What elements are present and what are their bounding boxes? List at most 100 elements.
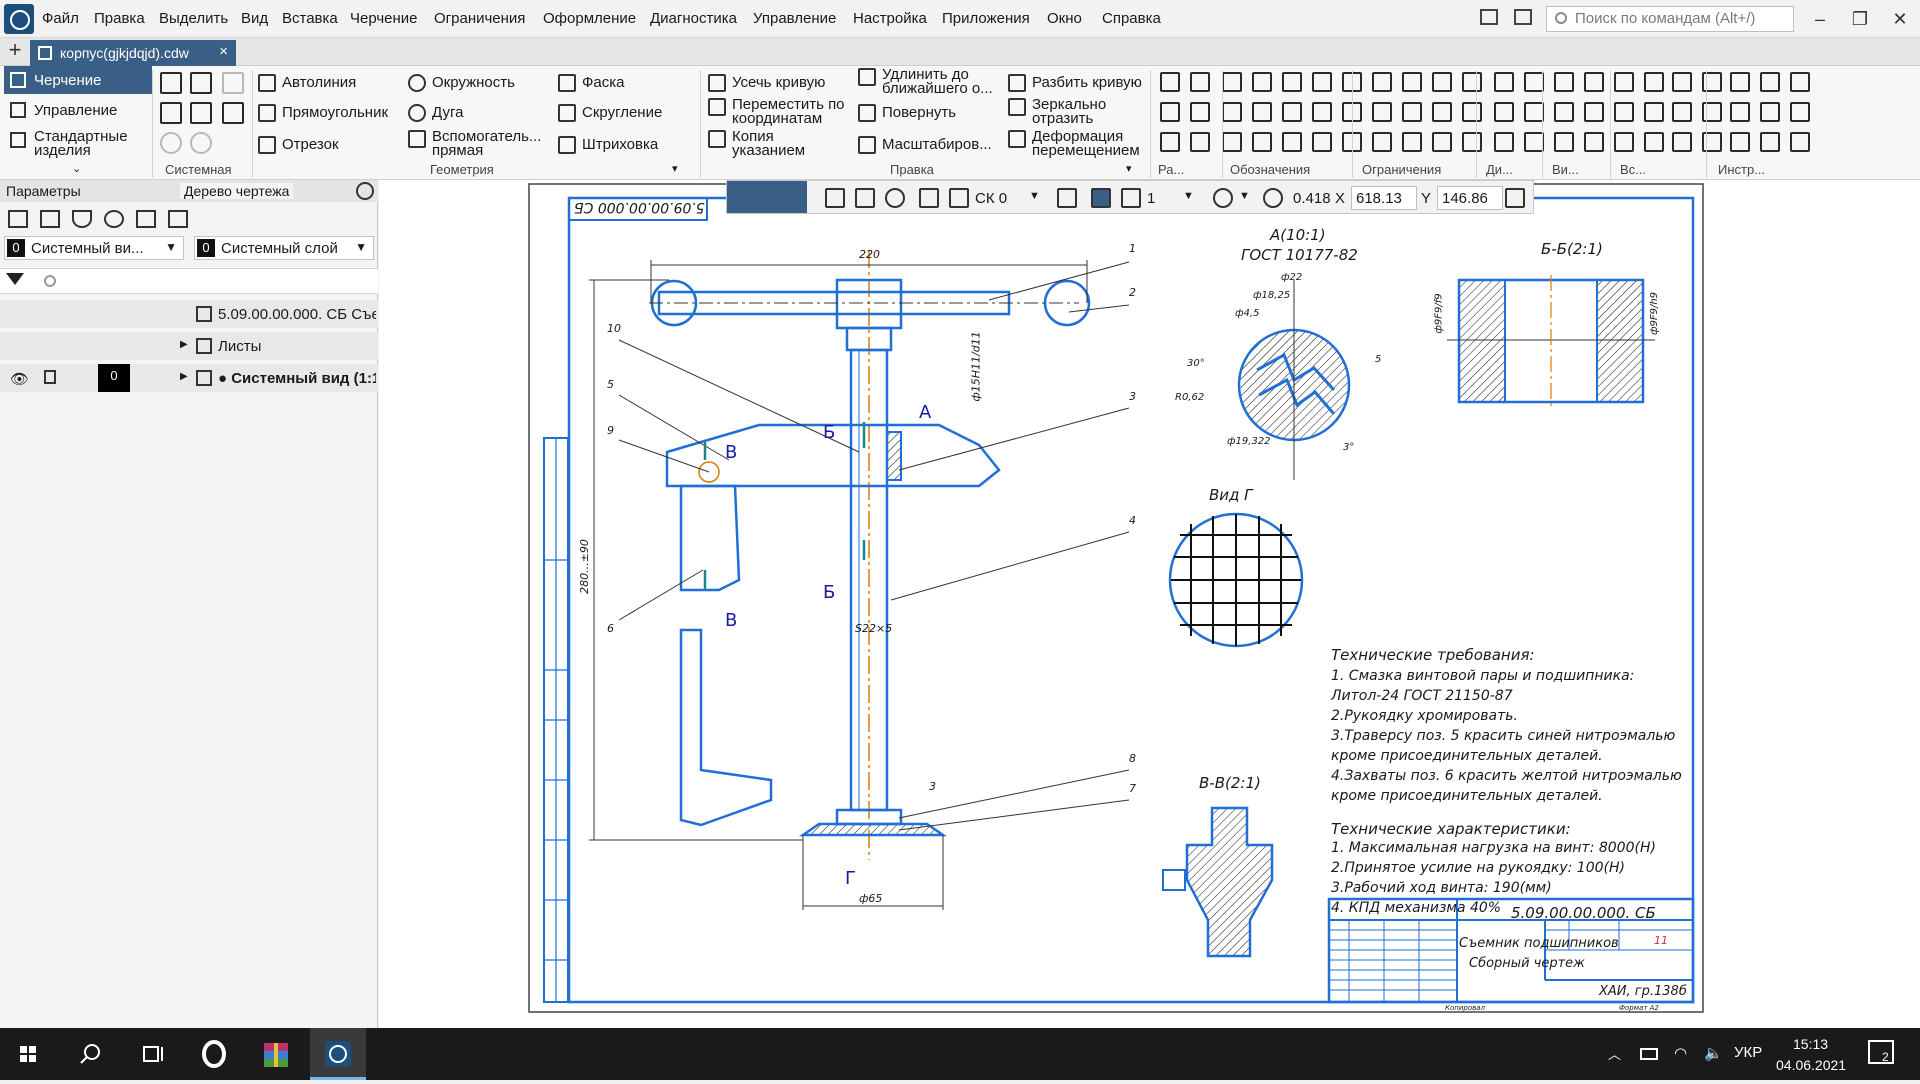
visibility-icon[interactable] [885,188,905,208]
coordinate-system-value[interactable]: СК 0 [975,190,1007,207]
grid-icon[interactable] [919,188,939,208]
kompas-logo-icon[interactable] [4,4,34,34]
scale-button[interactable]: Масштабиров... [858,136,992,154]
perp-icon[interactable] [1524,72,1544,92]
clock-date[interactable]: 04.06.2021 [1776,1057,1846,1073]
base-icon[interactable] [1402,102,1422,122]
view-icon[interactable] [1614,132,1634,152]
wifi-icon[interactable]: ◠ [1674,1044,1687,1062]
tools-icon[interactable] [1790,132,1810,152]
line-dim-icon[interactable] [1222,132,1242,152]
spec-icon[interactable] [1730,132,1750,152]
insert-fragment-icon[interactable] [168,210,188,228]
local-view-icon[interactable] [1672,72,1692,92]
tolerance-icon[interactable] [1432,102,1452,122]
text-icon[interactable] [1282,72,1302,92]
view-icon[interactable] [1614,72,1634,92]
roughness-icon[interactable] [1372,72,1392,92]
volume-icon[interactable]: 🔈 [1704,1044,1723,1062]
trim-curve-button[interactable]: Усечь кривую [708,74,825,92]
measure-icon[interactable] [1760,102,1780,122]
table-icon[interactable] [1312,102,1332,122]
drawing-sheet[interactable] [379,180,1920,1028]
close-tab-icon[interactable]: × [219,43,228,60]
insert-icon[interactable] [1702,132,1722,152]
zoom-window-icon[interactable] [1213,188,1233,208]
print-icon[interactable] [160,102,182,124]
fix-icon[interactable] [1462,102,1482,122]
symmetry-icon[interactable] [1584,72,1604,92]
text-icon[interactable] [1282,102,1302,122]
roughness-icon[interactable] [1372,102,1392,122]
tab-drawing-tree[interactable]: Дерево чертежа [180,183,294,199]
y-coordinate-field[interactable]: 146.86 [1437,186,1503,210]
zoom-icon[interactable] [1263,188,1283,208]
view-icon[interactable] [1614,102,1634,122]
properties-icon[interactable] [222,102,244,124]
tree-item-system-view[interactable]: 👁 0 ▶ ● Системный вид (1:1 [0,364,378,392]
tolerance-icon[interactable] [1432,72,1452,92]
zoom-value[interactable]: 0.418 [1293,190,1331,207]
menu-constraints[interactable]: Ограничения [434,10,525,27]
rotate-button[interactable]: Повернуть [858,104,956,122]
dropdown-arrow-icon[interactable]: ▼ [1183,190,1194,202]
menu-diagnostics[interactable]: Диагностика [650,10,737,27]
local-cs-icon[interactable] [1121,188,1141,208]
perp-icon[interactable] [1524,132,1544,152]
menu-design[interactable]: Оформление [543,10,636,27]
menu-select[interactable]: Выделить [159,10,228,27]
image-icon[interactable] [136,210,156,228]
move-coords-button[interactable]: Переместить по координатам [708,97,858,126]
dim-icon[interactable] [1160,132,1180,152]
layers-manager-icon[interactable] [104,210,124,228]
section-icon[interactable] [1644,102,1664,122]
menu-view[interactable]: Вид [241,10,268,27]
winrar-app[interactable] [248,1028,304,1080]
angle-icon[interactable] [1190,72,1210,92]
local-view-icon[interactable] [1672,132,1692,152]
base-icon[interactable] [1402,72,1422,92]
layer-icon[interactable] [72,210,92,228]
section-icon[interactable] [1644,132,1664,152]
angle-icon[interactable] [1190,132,1210,152]
drawing-canvas[interactable]: 5.09.00.00.000 СБ 220 280...±90 ф65 ф15H… [379,180,1920,1028]
search-button[interactable] [62,1028,118,1080]
tree-item-root[interactable]: 5.09.00.00.000. СБ Съем [0,300,378,328]
show-all-icon[interactable] [855,188,875,208]
fix-icon[interactable] [1462,132,1482,152]
command-search-input[interactable]: Поиск по командам (Alt+/) [1546,6,1794,32]
eye-icon[interactable]: 👁 [10,370,29,388]
measure-icon[interactable] [1760,132,1780,152]
view-icon[interactable] [8,210,28,228]
tab-parameters[interactable]: Параметры [6,183,81,199]
menu-apps[interactable]: Приложения [942,10,1030,27]
copy-pointing-button[interactable]: Копия указанием [708,129,838,158]
split-curve-button[interactable]: Разбить кривую [1008,74,1142,92]
arc-dim-icon[interactable] [1252,72,1272,92]
parallel-icon[interactable] [1494,132,1514,152]
clock-time[interactable]: 15:13 [1793,1036,1828,1052]
layout-split-icon[interactable] [1514,9,1532,25]
dim-icon[interactable] [1160,102,1180,122]
aux-line-button[interactable]: Вспомогатель... прямая [408,129,548,158]
arc-button[interactable]: Дуга [408,104,463,122]
chevron-down-icon[interactable]: ▾ [672,162,678,175]
notifications-icon[interactable]: 2 [1868,1040,1894,1064]
segment-button[interactable]: Отрезок [258,136,339,154]
symmetry-icon[interactable] [1584,102,1604,122]
mode-manage[interactable]: Управление [4,96,152,124]
redo-icon[interactable] [190,132,212,154]
lock-icon[interactable] [44,370,56,384]
menu-window[interactable]: Окно [1047,10,1082,27]
chamfer-button[interactable]: Фаска [558,74,624,92]
kompas-app[interactable] [310,1028,366,1080]
layout-icon[interactable] [1480,9,1498,25]
close-window-button[interactable]: ✕ [1880,4,1920,34]
local-view-icon[interactable] [1672,102,1692,122]
filter-icon[interactable] [6,273,24,285]
open-folder-icon[interactable] [190,72,212,94]
parallel-icon[interactable] [1494,72,1514,92]
keyboard-language[interactable]: УКР [1734,1044,1762,1061]
minimize-button[interactable]: – [1800,4,1840,34]
hatch-button[interactable]: Штриховка [558,136,658,154]
